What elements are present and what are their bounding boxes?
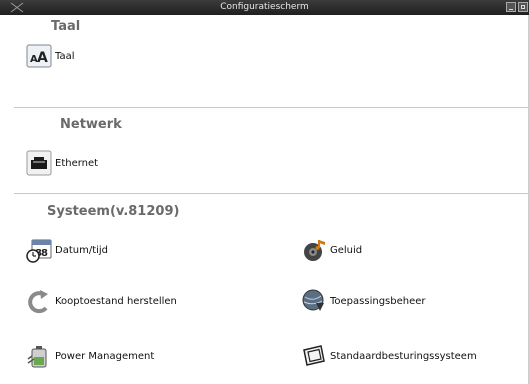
item-label-ethernet: Ethernet (55, 157, 99, 169)
item-kooptoestand-herstellen[interactable]: Kooptoestand herstellen (26, 286, 177, 316)
window-titlebar: Configuratiescherm (0, 0, 529, 15)
item-taal[interactable]: A A Taal (26, 41, 75, 71)
ethernet-port-icon (26, 150, 52, 176)
item-label-geluid: Geluid (330, 244, 363, 256)
window-corner-icon (10, 2, 24, 13)
calendar-clock-icon: 8 8 (26, 237, 52, 263)
globe-download-icon (301, 288, 327, 314)
section-divider (14, 107, 529, 108)
item-ethernet[interactable]: Ethernet (26, 148, 98, 178)
item-standaardbesturingssysteem[interactable]: Standaardbesturingssysteem (301, 341, 477, 371)
section-title-netwerk: Netwerk (60, 117, 122, 132)
item-label-datum-tijd: Datum/tijd (55, 244, 109, 256)
svg-text:8: 8 (41, 248, 48, 259)
default-os-window-icon (301, 343, 327, 369)
maximize-button[interactable] (518, 2, 528, 12)
window-title: Configuratiescherm (220, 2, 309, 12)
restore-arrow-icon (26, 288, 52, 314)
item-label-standaard: Standaardbesturingssysteem (330, 350, 477, 362)
item-label-toepassingsbeheer: Toepassingsbeheer (330, 295, 426, 307)
item-label-taal: Taal (55, 50, 75, 62)
minimize-button[interactable] (506, 2, 516, 12)
section-divider (14, 193, 529, 194)
item-geluid[interactable]: Geluid (301, 235, 362, 265)
speaker-music-icon (301, 237, 327, 263)
item-datum-tijd[interactable]: 8 8 Datum/tijd (26, 235, 108, 265)
svg-text:A: A (37, 50, 48, 66)
text-size-icon: A A (26, 43, 52, 69)
section-title-taal: Taal (51, 19, 81, 34)
item-label-kooptoestand: Kooptoestand herstellen (55, 295, 177, 307)
battery-power-icon (26, 343, 52, 369)
item-power-management[interactable]: Power Management (26, 341, 154, 371)
control-panel: Taal A A Taal Netwerk Ethernet Systeem(v… (0, 15, 529, 384)
section-title-systeem: Systeem(v.81209) (47, 204, 180, 219)
item-label-power: Power Management (55, 350, 155, 362)
item-toepassingsbeheer[interactable]: Toepassingsbeheer (301, 286, 426, 316)
